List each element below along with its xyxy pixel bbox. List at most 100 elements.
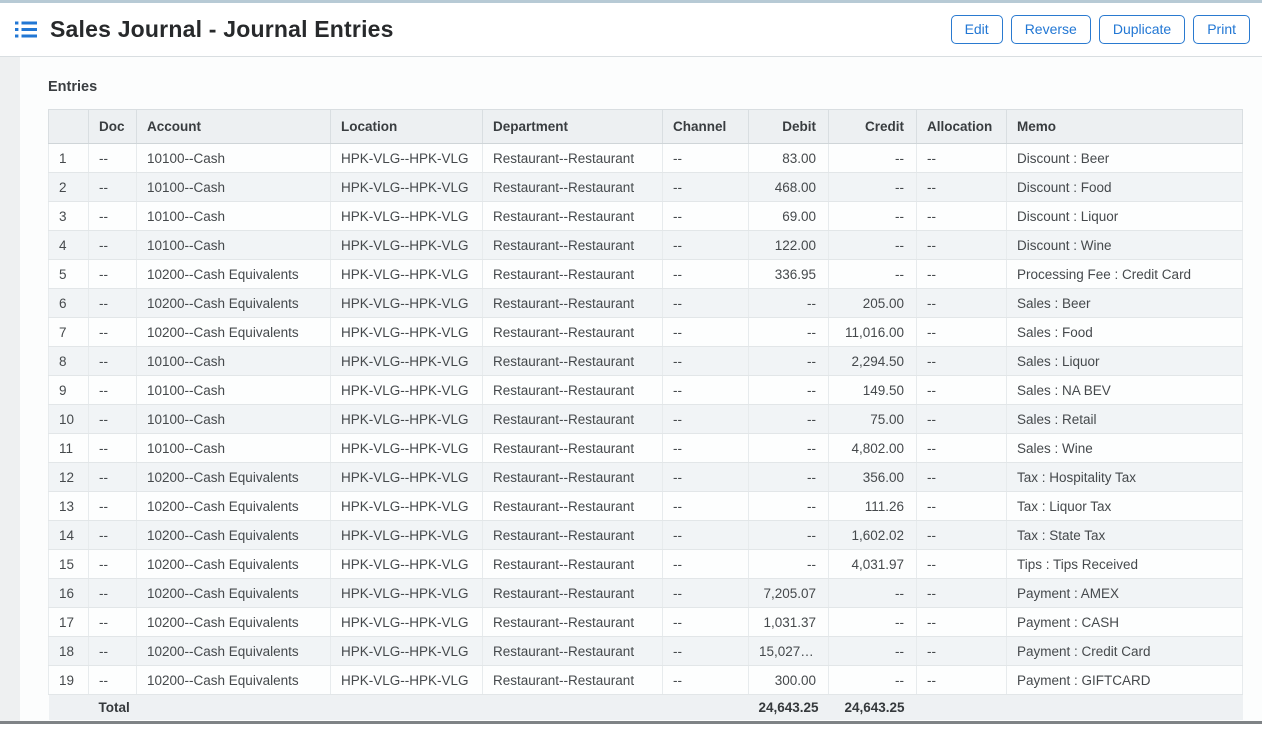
row-number-cell: 8 xyxy=(49,347,89,376)
credit-cell: 2,294.50 xyxy=(829,347,917,376)
print-button[interactable]: Print xyxy=(1193,15,1250,44)
allocation-cell: -- xyxy=(917,666,1007,695)
account-cell: 10200--Cash Equivalents xyxy=(137,666,331,695)
memo-cell: Tax : Liquor Tax xyxy=(1007,492,1243,521)
duplicate-button[interactable]: Duplicate xyxy=(1099,15,1185,44)
account-cell: 10100--Cash xyxy=(137,173,331,202)
channel-cell: -- xyxy=(663,434,749,463)
credit-cell: 111.26 xyxy=(829,492,917,521)
row-number-cell: 6 xyxy=(49,289,89,318)
col-header-memo: Memo xyxy=(1007,110,1243,144)
doc-cell: -- xyxy=(89,144,137,173)
debit-cell: -- xyxy=(749,289,829,318)
location-cell: HPK-VLG--HPK-VLG xyxy=(331,521,483,550)
doc-cell: -- xyxy=(89,550,137,579)
memo-cell: Sales : Liquor xyxy=(1007,347,1243,376)
entry-row: 15 -- 10200--Cash Equivalents HPK-VLG--H… xyxy=(49,550,1243,579)
entry-row: 4 -- 10100--Cash HPK-VLG--HPK-VLG Restau… xyxy=(49,231,1243,260)
memo-cell: Sales : Wine xyxy=(1007,434,1243,463)
entries-tbody: 1 -- 10100--Cash HPK-VLG--HPK-VLG Restau… xyxy=(49,144,1243,695)
credit-cell: -- xyxy=(829,579,917,608)
credit-cell: -- xyxy=(829,202,917,231)
credit-cell: -- xyxy=(829,144,917,173)
department-cell: Restaurant--Restaurant xyxy=(483,405,663,434)
location-cell: HPK-VLG--HPK-VLG xyxy=(331,550,483,579)
row-number-cell: 9 xyxy=(49,376,89,405)
row-number-cell: 7 xyxy=(49,318,89,347)
location-cell: HPK-VLG--HPK-VLG xyxy=(331,144,483,173)
debit-cell: -- xyxy=(749,318,829,347)
debit-cell: -- xyxy=(749,434,829,463)
location-cell: HPK-VLG--HPK-VLG xyxy=(331,405,483,434)
account-cell: 10100--Cash xyxy=(137,347,331,376)
channel-cell: -- xyxy=(663,608,749,637)
row-number-cell: 14 xyxy=(49,521,89,550)
memo-cell: Discount : Food xyxy=(1007,173,1243,202)
channel-cell: -- xyxy=(663,347,749,376)
total-row: Total 24,643.25 24,643.25 xyxy=(49,695,1243,720)
entries-panel: Entries Doc Account Location Department … xyxy=(20,57,1262,721)
department-cell: Restaurant--Restaurant xyxy=(483,347,663,376)
entry-row: 18 -- 10200--Cash Equivalents HPK-VLG--H… xyxy=(49,637,1243,666)
journal-list-icon[interactable] xyxy=(15,21,37,38)
bottom-border-line xyxy=(0,721,1262,724)
allocation-cell: -- xyxy=(917,231,1007,260)
entry-row: 12 -- 10200--Cash Equivalents HPK-VLG--H… xyxy=(49,463,1243,492)
credit-cell: 4,031.97 xyxy=(829,550,917,579)
entry-row: 2 -- 10100--Cash HPK-VLG--HPK-VLG Restau… xyxy=(49,173,1243,202)
entry-row: 19 -- 10200--Cash Equivalents HPK-VLG--H… xyxy=(49,666,1243,695)
memo-cell: Payment : CASH xyxy=(1007,608,1243,637)
memo-cell: Payment : AMEX xyxy=(1007,579,1243,608)
location-cell: HPK-VLG--HPK-VLG xyxy=(331,173,483,202)
debit-cell: -- xyxy=(749,492,829,521)
total-label: Total xyxy=(89,695,331,720)
allocation-cell: -- xyxy=(917,260,1007,289)
doc-cell: -- xyxy=(89,434,137,463)
account-cell: 10100--Cash xyxy=(137,376,331,405)
channel-cell: -- xyxy=(663,550,749,579)
account-cell: 10200--Cash Equivalents xyxy=(137,608,331,637)
debit-cell: -- xyxy=(749,550,829,579)
allocation-cell: -- xyxy=(917,637,1007,666)
memo-cell: Sales : Beer xyxy=(1007,289,1243,318)
doc-cell: -- xyxy=(89,318,137,347)
memo-cell: Sales : NA BEV xyxy=(1007,376,1243,405)
location-cell: HPK-VLG--HPK-VLG xyxy=(331,463,483,492)
location-cell: HPK-VLG--HPK-VLG xyxy=(331,608,483,637)
allocation-cell: -- xyxy=(917,202,1007,231)
memo-cell: Tax : Hospitality Tax xyxy=(1007,463,1243,492)
row-number-cell: 18 xyxy=(49,637,89,666)
channel-cell: -- xyxy=(663,376,749,405)
account-cell: 10100--Cash xyxy=(137,144,331,173)
row-number-cell: 15 xyxy=(49,550,89,579)
account-cell: 10200--Cash Equivalents xyxy=(137,289,331,318)
row-number-cell: 16 xyxy=(49,579,89,608)
entry-row: 16 -- 10200--Cash Equivalents HPK-VLG--H… xyxy=(49,579,1243,608)
account-cell: 10200--Cash Equivalents xyxy=(137,579,331,608)
table-header-row: Doc Account Location Department Channel … xyxy=(49,110,1243,144)
reverse-button[interactable]: Reverse xyxy=(1011,15,1091,44)
location-cell: HPK-VLG--HPK-VLG xyxy=(331,231,483,260)
col-header-debit: Debit xyxy=(749,110,829,144)
department-cell: Restaurant--Restaurant xyxy=(483,144,663,173)
location-cell: HPK-VLG--HPK-VLG xyxy=(331,434,483,463)
doc-cell: -- xyxy=(89,376,137,405)
allocation-cell: -- xyxy=(917,550,1007,579)
account-cell: 10100--Cash xyxy=(137,231,331,260)
entry-row: 5 -- 10200--Cash Equivalents HPK-VLG--HP… xyxy=(49,260,1243,289)
account-cell: 10200--Cash Equivalents xyxy=(137,318,331,347)
channel-cell: -- xyxy=(663,666,749,695)
memo-cell: Discount : Beer xyxy=(1007,144,1243,173)
department-cell: Restaurant--Restaurant xyxy=(483,579,663,608)
channel-cell: -- xyxy=(663,521,749,550)
location-cell: HPK-VLG--HPK-VLG xyxy=(331,260,483,289)
allocation-cell: -- xyxy=(917,463,1007,492)
col-header-channel: Channel xyxy=(663,110,749,144)
account-cell: 10100--Cash xyxy=(137,405,331,434)
edit-button[interactable]: Edit xyxy=(951,15,1003,44)
debit-cell: -- xyxy=(749,405,829,434)
department-cell: Restaurant--Restaurant xyxy=(483,318,663,347)
row-number-cell: 4 xyxy=(49,231,89,260)
col-header-rownum xyxy=(49,110,89,144)
credit-cell: -- xyxy=(829,173,917,202)
